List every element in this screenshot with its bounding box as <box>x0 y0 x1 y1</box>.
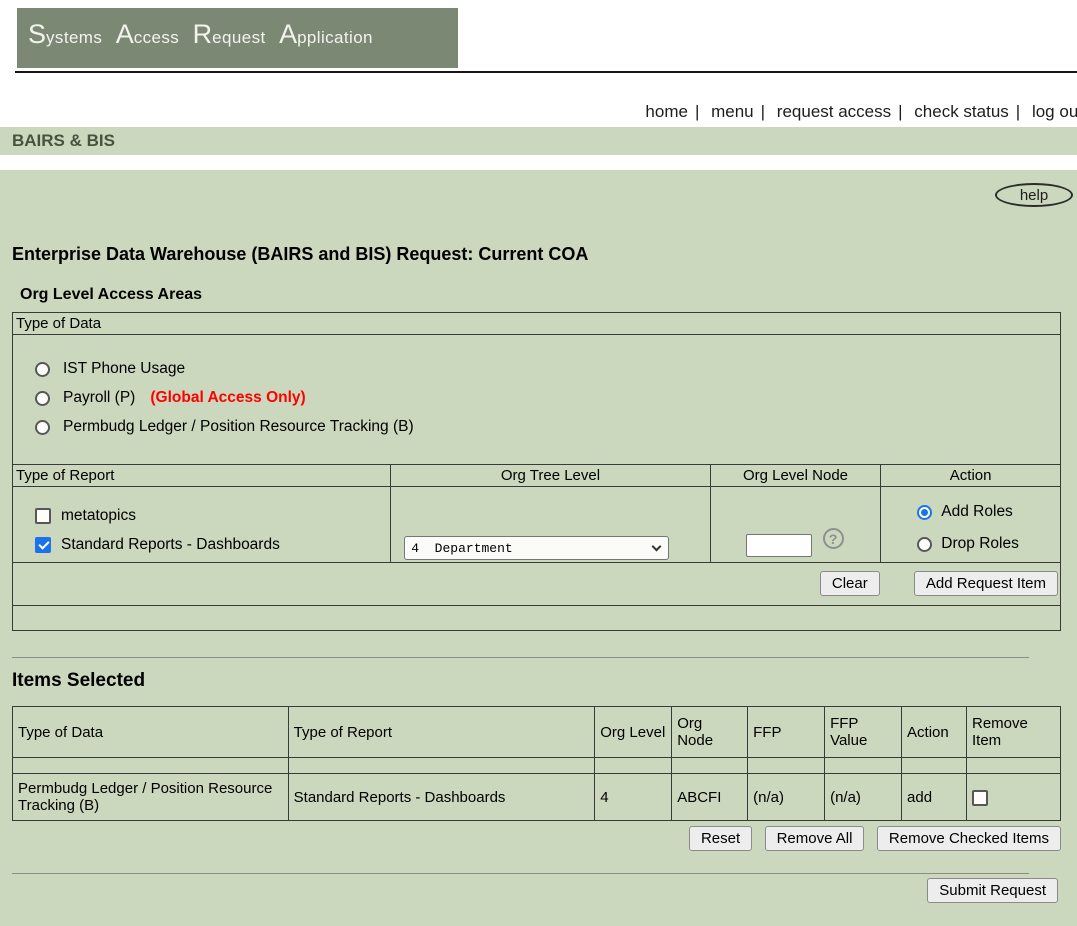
app-title-word: Systems <box>28 19 102 50</box>
items-selected-heading: Items Selected <box>12 670 145 692</box>
org-tree-level-cell: 4 Department <box>390 487 709 562</box>
data-option-row: IST Phone Usage <box>35 359 1060 379</box>
cell-ffp-value: (n/a) <box>825 774 902 821</box>
items-buttons-row: Reset Remove All Remove Checked Items <box>12 826 1061 851</box>
col-header-org-node: Org Node <box>672 707 748 758</box>
clear-button[interactable]: Clear <box>820 571 880 596</box>
col-header-type-of-data: Type of Data <box>13 707 289 758</box>
metatopics-checkbox[interactable] <box>35 508 51 524</box>
cell-remove-item <box>966 774 1060 821</box>
org-tree-level-selected-value: 4 Department <box>411 541 653 556</box>
app-title: Systems Access Request Application <box>17 8 458 50</box>
main-content: help Enterprise Data Warehouse (BAIRS an… <box>0 170 1077 926</box>
action-option-row: Add Roles <box>917 502 1060 522</box>
col-header-type-of-report: Type of Report <box>288 707 595 758</box>
org-level-node-cell: ? <box>710 487 881 562</box>
col-header-type-of-report: Type of Report <box>13 465 390 486</box>
col-header-action: Action <box>880 465 1060 486</box>
data-option-label: IST Phone Usage <box>63 360 185 378</box>
report-type-cell: metatopics Standard Reports - Dashboards <box>13 487 390 562</box>
nav-separator: | <box>898 102 902 121</box>
section-divider <box>12 657 1029 658</box>
data-option-label: Permbudg Ledger / Position Resource Trac… <box>63 418 414 436</box>
items-selected-table: Type of Data Type of Report Org Level Or… <box>12 706 1061 821</box>
col-header-org-tree-level: Org Tree Level <box>390 465 709 486</box>
org-level-node-input[interactable] <box>746 534 812 557</box>
nav-link-home[interactable]: home <box>645 102 688 121</box>
org-access-table: Type of Data IST Phone Usage Payroll (P)… <box>12 312 1061 631</box>
org-access-heading: Org Level Access Areas <box>20 286 202 304</box>
items-empty-row <box>13 758 1061 774</box>
cell-type-of-report: Standard Reports - Dashboards <box>288 774 595 821</box>
nav-link-logout[interactable]: log out <box>1032 102 1077 121</box>
items-data-row: Permbudg Ledger / Position Resource Trac… <box>13 774 1061 821</box>
type-of-data-options: IST Phone Usage Payroll (P) (Global Acce… <box>13 335 1060 465</box>
data-option-label: Payroll (P) <box>63 389 135 407</box>
empty-row <box>13 606 1060 630</box>
org-tree-level-select[interactable]: 4 Department <box>404 536 669 560</box>
cell-type-of-data: Permbudg Ledger / Position Resource Trac… <box>13 774 289 821</box>
drop-roles-radio[interactable] <box>917 537 932 552</box>
reset-button[interactable]: Reset <box>689 826 752 851</box>
col-header-org-level-node: Org Level Node <box>710 465 881 486</box>
remove-all-button[interactable]: Remove All <box>765 826 865 851</box>
remove-item-checkbox[interactable] <box>972 790 988 806</box>
action-option-label: Add Roles <box>941 503 1013 521</box>
data-option-row: Permbudg Ledger / Position Resource Trac… <box>35 417 1060 437</box>
help-button-label: help <box>1020 187 1048 204</box>
col-header-action: Action <box>902 707 967 758</box>
remove-checked-items-button[interactable]: Remove Checked Items <box>877 826 1061 851</box>
global-access-note: (Global Access Only) <box>150 389 305 407</box>
action-option-row: Drop Roles <box>917 534 1060 554</box>
standard-reports-checkbox[interactable] <box>35 537 51 553</box>
report-content-row: metatopics Standard Reports - Dashboards… <box>13 487 1060 563</box>
report-option-row: metatopics <box>35 506 390 526</box>
nav-separator: | <box>695 102 699 121</box>
cell-org-node: ABCFI <box>672 774 748 821</box>
section-bar-label: BAIRS & BIS <box>0 127 1077 151</box>
chevron-down-icon <box>652 541 662 551</box>
report-header-row: Type of Report Org Tree Level Org Level … <box>13 465 1060 487</box>
action-cell: Add Roles Drop Roles <box>880 487 1060 562</box>
items-header-row: Type of Data Type of Report Org Level Or… <box>13 707 1061 758</box>
question-help-icon[interactable]: ? <box>823 528 844 549</box>
app-title-word: Application <box>279 19 373 50</box>
report-option-row: Standard Reports - Dashboards <box>35 535 390 555</box>
submit-request-button[interactable]: Submit Request <box>927 878 1058 903</box>
help-button[interactable]: help <box>995 183 1073 207</box>
app-title-word: Request <box>193 19 266 50</box>
question-mark: ? <box>829 531 838 547</box>
request-buttons-row: Clear Add Request Item <box>13 563 1060 606</box>
nav-link-request-access[interactable]: request access <box>777 102 891 121</box>
app-title-word: Access <box>116 19 179 50</box>
data-option-row: Payroll (P) (Global Access Only) <box>35 388 1060 408</box>
ist-phone-usage-radio[interactable] <box>35 362 50 377</box>
cell-action: add <box>902 774 967 821</box>
page-title: Enterprise Data Warehouse (BAIRS and BIS… <box>12 244 588 265</box>
app-banner: Systems Access Request Application <box>17 8 458 68</box>
col-header-ffp: FFP <box>748 707 825 758</box>
report-option-label: metatopics <box>61 507 136 525</box>
action-option-label: Drop Roles <box>941 535 1019 553</box>
payroll-radio[interactable] <box>35 391 50 406</box>
section-bar: BAIRS & BIS <box>0 127 1077 155</box>
col-header-ffp-value: FFP Value <box>825 707 902 758</box>
cell-org-level: 4 <box>595 774 672 821</box>
col-header-remove-item: Remove Item <box>966 707 1060 758</box>
nav-separator: | <box>761 102 765 121</box>
top-nav: home | menu | request access | check status… <box>0 102 1077 122</box>
nav-link-menu[interactable]: menu <box>711 102 754 121</box>
add-request-item-button[interactable]: Add Request Item <box>914 571 1058 596</box>
nav-separator: | <box>1016 102 1020 121</box>
submit-row: Submit Request <box>927 878 1058 903</box>
permbudg-ledger-radio[interactable] <box>35 420 50 435</box>
type-of-data-header: Type of Data <box>13 313 1060 335</box>
add-roles-radio[interactable] <box>917 505 932 520</box>
submit-divider <box>12 873 1029 874</box>
header-divider <box>15 71 1077 73</box>
nav-link-check-status[interactable]: check status <box>914 102 1009 121</box>
col-header-org-level: Org Level <box>595 707 672 758</box>
cell-ffp: (n/a) <box>748 774 825 821</box>
report-option-label: Standard Reports - Dashboards <box>61 536 280 554</box>
